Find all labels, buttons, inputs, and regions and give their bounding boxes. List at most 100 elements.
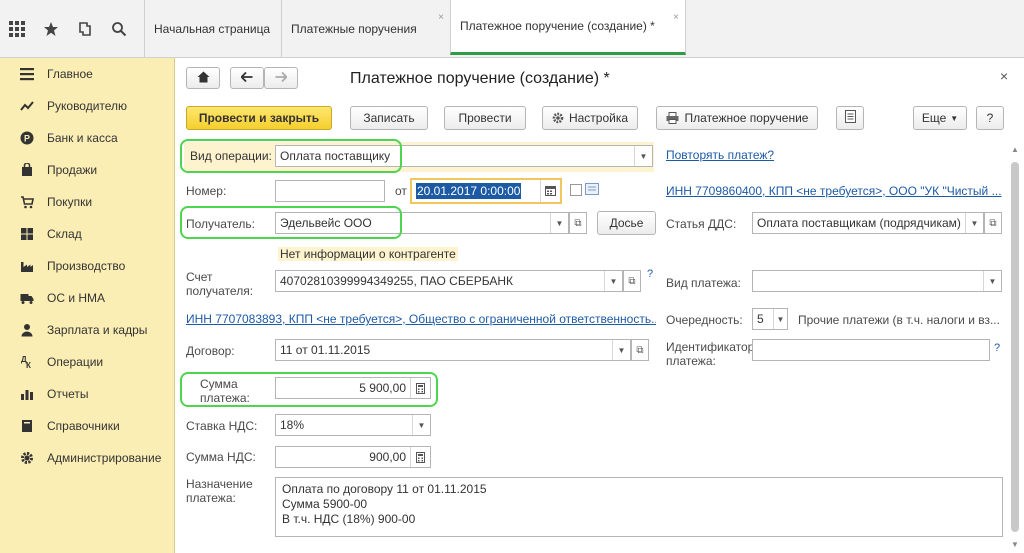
- back-button[interactable]: [230, 67, 264, 89]
- open-icon[interactable]: ⧉: [984, 212, 1002, 234]
- scroll-down-icon[interactable]: ▼: [1011, 540, 1019, 549]
- sidebar-item-label: Администрирование: [47, 451, 162, 465]
- tab-payment-order-create[interactable]: Платежное поручение (создание) * ×: [450, 0, 686, 55]
- sidebar-item-assets[interactable]: ОС и НМА: [0, 286, 175, 310]
- close-icon[interactable]: ×: [1000, 68, 1008, 84]
- open-icon[interactable]: ⧉: [569, 212, 587, 234]
- sidebar-item-manager[interactable]: Руководителю: [0, 94, 175, 118]
- chevron-down-icon[interactable]: ▼: [550, 213, 568, 233]
- calendar-icon[interactable]: [540, 180, 560, 202]
- priority-select[interactable]: 5 ▼: [752, 308, 788, 330]
- vat-rate-select[interactable]: 18% ▼: [275, 414, 431, 436]
- date-from-label: от: [395, 184, 407, 198]
- tab-payment-orders[interactable]: Платежные поручения ×: [281, 0, 450, 58]
- page-title: Платежное поручение (создание) *: [350, 70, 610, 87]
- comment-icon[interactable]: [585, 183, 599, 198]
- sidebar-item-reports[interactable]: Отчеты: [0, 382, 175, 406]
- tab-bar: Начальная страница Платежные поручения ×…: [144, 0, 686, 58]
- print-payment-order-button[interactable]: Платежное поручение: [656, 106, 818, 130]
- vat-amount-input[interactable]: 900,00: [275, 446, 431, 468]
- sidebar-item-production[interactable]: Производство: [0, 254, 175, 278]
- close-icon[interactable]: ×: [673, 12, 679, 23]
- account-select[interactable]: 40702810399994349255, ПАО СБЕРБАНК ▼: [275, 270, 623, 292]
- chevron-down-icon[interactable]: ▼: [612, 340, 630, 360]
- sidebar-item-label: Склад: [47, 227, 82, 241]
- dds-select[interactable]: Оплата поставщикам (подрядчикам) ▼: [752, 212, 984, 234]
- number-input[interactable]: [275, 180, 385, 202]
- sidebar-item-main[interactable]: Главное: [0, 62, 175, 86]
- help-icon[interactable]: ?: [994, 342, 1000, 354]
- scrollbar[interactable]: [1011, 162, 1019, 532]
- sidebar-item-label: Главное: [47, 67, 93, 81]
- history-icon[interactable]: [68, 0, 102, 58]
- sidebar-item-label: Операции: [47, 355, 104, 369]
- sidebar-item-warehouse[interactable]: Склад: [0, 222, 175, 246]
- organization-link[interactable]: ИНН 7709860400, КПП <не требуется>, ООО …: [666, 184, 1002, 198]
- payment-id-label: Идентификатор платежа:: [666, 340, 755, 368]
- star-icon[interactable]: [34, 0, 68, 58]
- book-icon: [20, 419, 34, 433]
- apps-grid-icon[interactable]: [0, 0, 34, 58]
- no-counterparty-info: Нет информации о контрагенте: [278, 247, 458, 261]
- purpose-textarea[interactable]: Оплата по договору 11 от 01.11.2015 Сумм…: [275, 477, 1003, 537]
- close-icon[interactable]: ×: [438, 12, 444, 23]
- bag-icon: [20, 163, 34, 177]
- repeat-payment-link[interactable]: Повторять платеж?: [666, 148, 774, 162]
- more-button[interactable]: Еще ▼: [913, 106, 967, 130]
- tab-home[interactable]: Начальная страница: [144, 0, 281, 58]
- chevron-down-icon: ▼: [950, 113, 959, 123]
- contract-select[interactable]: 11 от 01.11.2015 ▼: [275, 339, 631, 361]
- scroll-up-icon[interactable]: ▲: [1011, 145, 1019, 154]
- vat-amount-value: 900,00: [369, 450, 406, 464]
- top-icons: [0, 0, 144, 58]
- sidebar-item-label: Руководителю: [47, 99, 128, 113]
- sidebar-item-label: ОС и НМА: [47, 291, 106, 305]
- save-button[interactable]: Записать: [350, 106, 428, 130]
- settings-label: Настройка: [568, 111, 629, 125]
- payment-id-input[interactable]: [752, 339, 990, 361]
- svg-text:P: P: [24, 134, 30, 144]
- checkbox[interactable]: [570, 184, 582, 199]
- priority-label: Очередность:: [666, 313, 743, 327]
- dossier-button[interactable]: Досье: [597, 211, 656, 235]
- sidebar-item-directories[interactable]: Справочники: [0, 414, 175, 438]
- help-button[interactable]: ?: [976, 106, 1004, 130]
- open-icon[interactable]: ⧉: [631, 339, 649, 361]
- open-icon[interactable]: ⧉: [623, 270, 641, 292]
- sidebar-item-operations[interactable]: ДК Операции: [0, 350, 175, 374]
- home-button[interactable]: [186, 67, 220, 89]
- sidebar-item-salary[interactable]: Зарплата и кадры: [0, 318, 175, 342]
- forward-button[interactable]: [264, 67, 298, 89]
- calculator-icon[interactable]: [410, 447, 430, 467]
- chart-icon: [20, 387, 34, 401]
- report-button[interactable]: [836, 106, 864, 130]
- post-and-close-button[interactable]: Провести и закрыть: [186, 106, 332, 130]
- help-icon[interactable]: ?: [647, 268, 653, 280]
- date-value: 20.01.2017 0:00:00: [416, 183, 522, 199]
- settings-button[interactable]: Настройка: [542, 106, 638, 130]
- sidebar-item-sales[interactable]: Продажи: [0, 158, 175, 182]
- payment-kind-label: Вид платежа:: [666, 276, 741, 290]
- chevron-down-icon[interactable]: ▼: [412, 415, 430, 435]
- trend-icon: [20, 99, 34, 113]
- sidebar: Главное Руководителю P Банк и касса Прод…: [0, 58, 175, 553]
- chevron-down-icon[interactable]: ▼: [604, 271, 622, 291]
- sidebar-item-admin[interactable]: Администрирование: [0, 446, 175, 470]
- chevron-down-icon[interactable]: ▼: [965, 213, 983, 233]
- search-icon[interactable]: [102, 0, 136, 58]
- sidebar-item-bank[interactable]: P Банк и касса: [0, 126, 175, 150]
- payment-kind-select[interactable]: ▼: [752, 270, 1002, 292]
- sidebar-item-purchases[interactable]: Покупки: [0, 190, 175, 214]
- chevron-down-icon[interactable]: ▼: [634, 146, 652, 166]
- recipient-inn-link[interactable]: ИНН 7707083893, КПП <не требуется>, Обще…: [186, 312, 656, 326]
- factory-icon: [20, 259, 34, 273]
- priority-description: Прочие платежи (в т.ч. налоги и вз...: [798, 313, 1000, 327]
- warehouse-icon: [20, 227, 34, 241]
- date-input[interactable]: 20.01.2017 0:00:00: [410, 178, 562, 204]
- post-button[interactable]: Провести: [444, 106, 526, 130]
- person-icon: [20, 323, 34, 337]
- operations-icon: ДК: [20, 355, 34, 369]
- chevron-down-icon[interactable]: ▼: [983, 271, 1001, 291]
- dds-label: Статья ДДС:: [666, 217, 737, 231]
- chevron-down-icon[interactable]: ▼: [773, 309, 787, 329]
